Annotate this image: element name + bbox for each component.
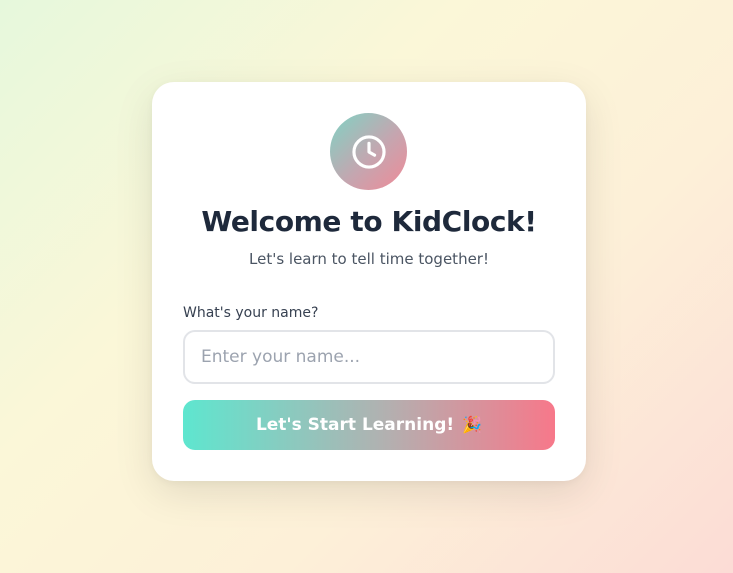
start-learning-button[interactable]: Let's Start Learning! 🎉 [183,400,555,450]
welcome-card: Welcome to KidClock! Let's learn to tell… [152,82,586,481]
page-title: Welcome to KidClock! [201,205,537,238]
clock-icon [351,134,386,169]
page-subtitle: Let's learn to tell time together! [249,250,489,268]
name-field-label: What's your name? [183,305,319,321]
start-button-label: Let's Start Learning! [255,415,455,435]
clock-logo [330,113,407,190]
name-input[interactable] [183,330,555,384]
party-popper-icon: 🎉 [462,415,483,434]
